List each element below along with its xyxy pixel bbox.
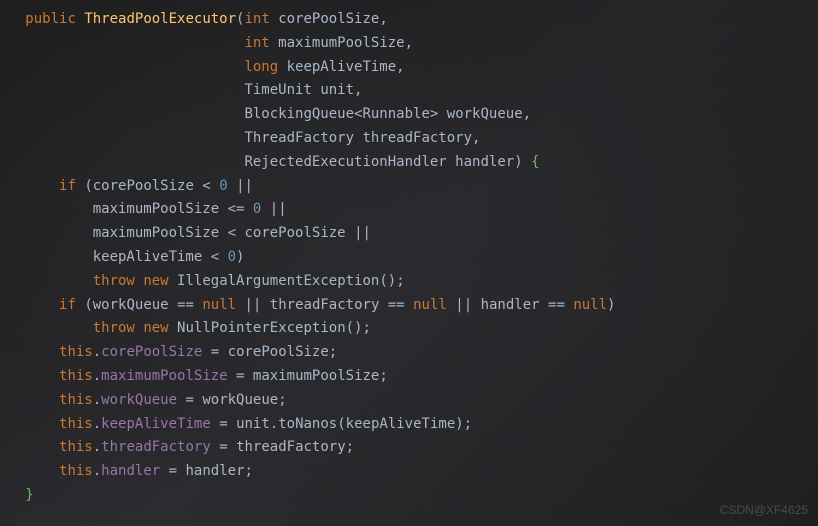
param-threadFactory: threadFactory xyxy=(362,130,472,146)
ident: workQueue xyxy=(202,392,278,408)
type-handler: RejectedExecutionHandler xyxy=(244,154,446,170)
field-workQueue: workQueue xyxy=(101,392,177,408)
ident: threadFactory xyxy=(270,297,380,313)
keyword-throw: throw xyxy=(93,273,135,289)
keyword-null: null xyxy=(202,297,236,313)
ident: threadFactory xyxy=(236,439,346,455)
field-handler: handler xyxy=(101,463,160,479)
keyword-null: null xyxy=(573,297,607,313)
ident: workQueue xyxy=(93,297,169,313)
keyword-new: new xyxy=(143,320,168,336)
field-threadFactory: threadFactory xyxy=(101,439,211,455)
number-zero: 0 xyxy=(219,178,227,194)
field-maximumPoolSize: maximumPoolSize xyxy=(101,368,227,384)
code-block: public ThreadPoolExecutor(int corePoolSi… xyxy=(0,0,818,508)
ident: unit xyxy=(236,416,270,432)
type-int: int xyxy=(244,11,269,27)
keyword-throw: throw xyxy=(93,320,135,336)
watermark: CSDN@XF4625 xyxy=(720,500,808,520)
ident: maximumPoolSize xyxy=(93,225,219,241)
param-unit: unit xyxy=(320,82,354,98)
ident: corePoolSize xyxy=(93,178,194,194)
keyword-this: this xyxy=(59,416,93,432)
keyword-this: this xyxy=(59,439,93,455)
param-corePoolSize: corePoolSize xyxy=(278,11,379,27)
type-timeunit: TimeUnit xyxy=(244,82,311,98)
type-blockingqueue: BlockingQueue xyxy=(244,106,354,122)
ident: handler xyxy=(481,297,540,313)
param-maximumPoolSize: maximumPoolSize xyxy=(278,35,404,51)
keyword-new: new xyxy=(143,273,168,289)
method-toNanos: toNanos xyxy=(278,416,337,432)
ident: maximumPoolSize xyxy=(93,201,219,217)
type-int: int xyxy=(244,35,269,51)
keyword-null: null xyxy=(413,297,447,313)
ident: corePoolSize xyxy=(228,344,329,360)
keyword-if: if xyxy=(59,297,76,313)
field-keepAliveTime: keepAliveTime xyxy=(101,416,211,432)
ident: corePoolSize xyxy=(244,225,345,241)
param-keepAliveTime: keepAliveTime xyxy=(287,59,397,75)
ident: keepAliveTime xyxy=(93,249,203,265)
method-name: ThreadPoolExecutor xyxy=(84,11,236,27)
number-zero: 0 xyxy=(228,249,236,265)
param-workQueue: workQueue xyxy=(447,106,523,122)
ident: maximumPoolSize xyxy=(253,368,379,384)
type-runnable: Runnable xyxy=(362,106,429,122)
keyword-this: this xyxy=(59,463,93,479)
keyword-public: public xyxy=(25,11,76,27)
keyword-if: if xyxy=(59,178,76,194)
keyword-this: this xyxy=(59,344,93,360)
param-handler: handler xyxy=(455,154,514,170)
ident: handler xyxy=(186,463,245,479)
keyword-this: this xyxy=(59,392,93,408)
field-corePoolSize: corePoolSize xyxy=(101,344,202,360)
type-npe: NullPointerException xyxy=(177,320,346,336)
type-long: long xyxy=(244,59,278,75)
keyword-this: this xyxy=(59,368,93,384)
arg: keepAliveTime xyxy=(346,416,456,432)
type-threadfactory: ThreadFactory xyxy=(244,130,354,146)
type-exception: IllegalArgumentException xyxy=(177,273,379,289)
number-zero: 0 xyxy=(253,201,261,217)
